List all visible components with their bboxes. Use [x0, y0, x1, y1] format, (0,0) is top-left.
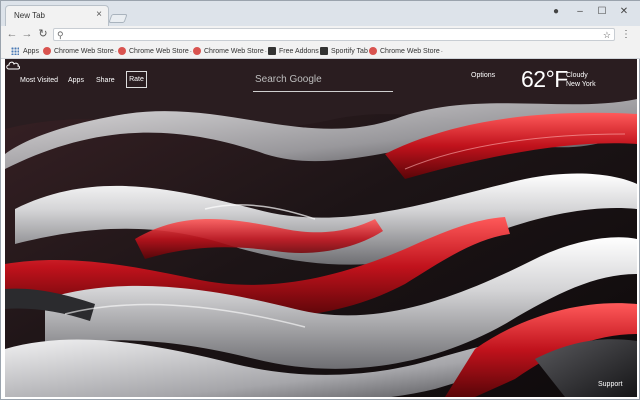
chrome-menu-icon[interactable]: ⋮ — [621, 28, 631, 42]
apps-grid-icon — [11, 47, 19, 56]
bookmark-free-addons[interactable]: Free Addons — [268, 46, 319, 57]
addon-icon — [268, 47, 276, 56]
minimize-button[interactable]: – — [571, 5, 589, 19]
web-store-icon — [43, 47, 51, 56]
bookmark-label: Sportify Tab — [331, 48, 368, 55]
bookmark-sportify-tab[interactable]: Sportify Tab — [320, 46, 368, 57]
support-link[interactable]: Support — [598, 381, 623, 388]
search-box — [253, 69, 393, 92]
wallpaper-background — [5, 59, 637, 397]
bookmark-chrome-web-store[interactable]: Chrome Web Store- — [43, 46, 117, 57]
web-store-icon — [193, 47, 201, 56]
web-store-icon — [369, 47, 377, 56]
share-link[interactable]: Share — [96, 76, 115, 86]
bookmark-caret: - — [189, 49, 192, 55]
search-icon: ⚲ — [57, 30, 64, 40]
tab-close-icon[interactable]: × — [96, 9, 102, 21]
back-button[interactable]: ← — [5, 27, 19, 41]
bookmark-star-icon[interactable]: ☆ — [603, 29, 611, 41]
reload-button[interactable]: ↻ — [36, 27, 50, 41]
most-visited-link[interactable]: Most Visited — [20, 76, 58, 86]
bookmark-chrome-web-store[interactable]: Chrome Web Store- — [118, 46, 192, 57]
bookmark-label: Chrome Web Store — [129, 48, 189, 55]
weather-location: New York — [566, 81, 596, 88]
bookmark-caret: - — [440, 49, 443, 55]
maximize-button[interactable]: ☐ — [593, 5, 611, 19]
new-tab-button[interactable] — [108, 14, 128, 23]
bookmark-label: Chrome Web Store — [54, 48, 114, 55]
cloud-icon — [6, 61, 20, 70]
options-link[interactable]: Options — [471, 72, 495, 79]
addon-icon — [320, 47, 328, 56]
bookmark-caret: - — [114, 49, 117, 55]
bookmark-label: Free Addons — [279, 48, 319, 55]
web-store-icon — [118, 47, 126, 56]
forward-button[interactable]: → — [20, 27, 34, 41]
bookmark-label: Chrome Web Store — [204, 48, 264, 55]
weather-condition: Cloudy — [566, 72, 588, 79]
weather-info: Cloudy New York — [566, 71, 596, 89]
account-icon[interactable]: ● — [547, 5, 565, 19]
bookmarks-bar: Apps Chrome Web Store- Chrome Web Store-… — [1, 44, 640, 59]
bookmark-apps[interactable]: Apps — [11, 46, 39, 57]
browser-window: New Tab × ● – ☐ ✕ ← → ↻ ⚲ ☆ ⋮ Apps Chrom… — [0, 0, 640, 400]
close-window-button[interactable]: ✕ — [615, 5, 633, 19]
bookmark-chrome-web-store[interactable]: Chrome Web Store- — [193, 46, 267, 57]
bookmark-label: Chrome Web Store — [380, 48, 440, 55]
bookmark-label: Apps — [23, 48, 39, 55]
address-bar[interactable]: ⚲ ☆ — [53, 28, 615, 41]
bookmark-caret: - — [264, 49, 267, 55]
apps-link[interactable]: Apps — [68, 76, 84, 86]
new-tab-page: Most Visited Apps Share Rate Options 62°… — [5, 59, 637, 397]
browser-toolbar: ← → ↻ ⚲ ☆ — [1, 26, 640, 44]
temperature: 62°F — [521, 66, 568, 92]
rate-button[interactable]: Rate — [126, 71, 147, 88]
tab-title: New Tab — [14, 11, 45, 20]
search-input[interactable] — [255, 71, 391, 88]
tab-new-tab[interactable]: New Tab × — [5, 5, 109, 26]
title-bar: New Tab × ● – ☐ ✕ — [1, 1, 640, 26]
bookmark-chrome-web-store[interactable]: Chrome Web Store- — [369, 46, 443, 57]
